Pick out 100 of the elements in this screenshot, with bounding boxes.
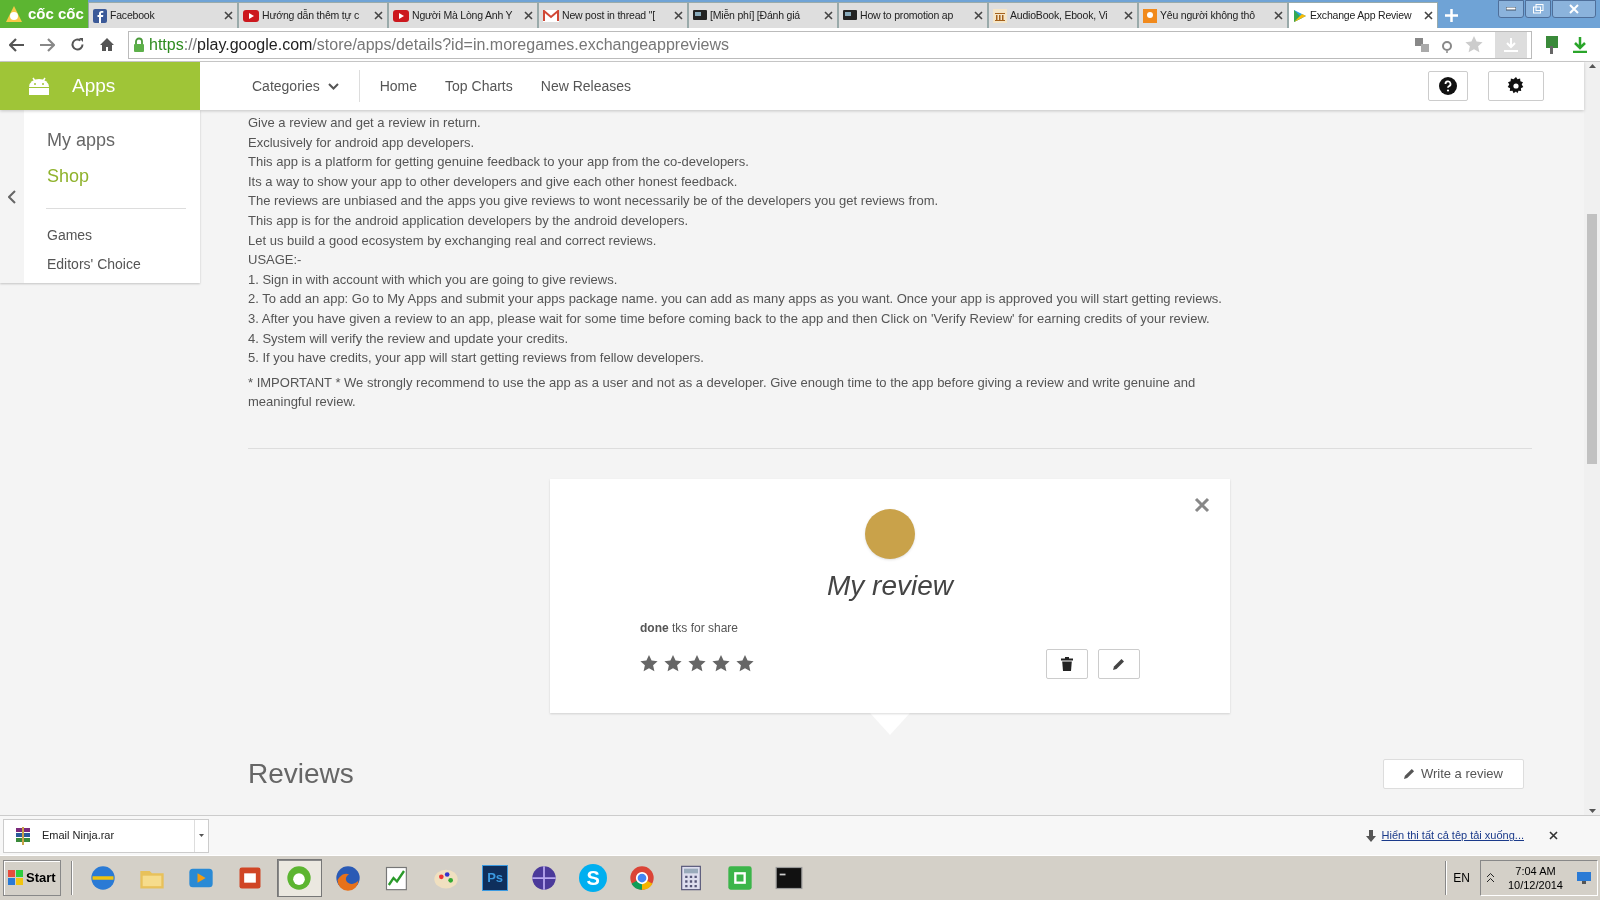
avatar-photo-placeholder	[865, 508, 915, 559]
description-line: Exclusively for android app developers.	[248, 133, 476, 152]
close-icon	[674, 11, 683, 20]
browser-tab[interactable]: AudioBook, Ebook, Vi	[988, 2, 1138, 28]
description-line: This app is for the android application developers by the android developers.	[248, 211, 690, 230]
language-indicator[interactable]: EN	[1453, 869, 1470, 887]
browser-tab[interactable]: Hướng dẫn thêm tự c	[238, 2, 388, 28]
window-control-button[interactable]	[1498, 0, 1524, 18]
description-line: This app is a platform for getting genuine feedback to your app from the co-developers.	[248, 153, 750, 172]
screen-capture-icon	[726, 864, 755, 892]
logo-icon	[93, 8, 107, 23]
clock-date: 10/12/2014	[1507, 878, 1563, 892]
nav-link[interactable]: New Releases	[540, 75, 632, 97]
help-icon	[1439, 77, 1457, 95]
toolbar-button[interactable]	[38, 35, 56, 54]
description-line: Let us build a good ecosystem by exchanging real and correct reviews.	[248, 231, 658, 250]
description-line: 3. After you have given a review to an app, please wait for some time before coming back to the app and then Click on 'Verify Review' for earning credits of your review.	[248, 309, 1211, 328]
nav-link[interactable]: Home	[379, 75, 418, 97]
toolbar-button[interactable]	[98, 35, 116, 54]
browser-tab[interactable]: Facebook	[88, 2, 238, 28]
close-icon	[524, 11, 533, 20]
home-icon	[99, 37, 115, 52]
close-icon	[1194, 496, 1210, 513]
browser-icon	[285, 864, 314, 892]
windows-logo-icon	[8, 870, 24, 886]
toolbar-button[interactable]	[68, 35, 86, 54]
browser-tab[interactable]: Người Mà Lòng Anh Y	[388, 2, 538, 28]
description-line: 1. Sign in with account with which you are going to give reviews.	[248, 270, 619, 289]
play-triangle-icon	[1293, 8, 1307, 23]
star-icon	[712, 655, 730, 673]
window-control-button[interactable]	[1525, 0, 1551, 18]
leaf-icon	[4, 4, 24, 24]
building-icon	[993, 8, 1007, 23]
close-icon	[1274, 11, 1283, 20]
forward-arrow-icon	[39, 37, 55, 52]
edit-button[interactable]	[1098, 648, 1140, 679]
trash-icon	[1061, 656, 1073, 671]
circle-logo-icon	[628, 864, 657, 892]
tab-title: [Miễn phí] [Đánh giá	[710, 7, 801, 23]
download-icon	[1572, 36, 1588, 53]
toolbar-button[interactable]	[8, 35, 26, 54]
sidebar-link[interactable]: Editors' Choice	[47, 250, 186, 279]
help-button[interactable]	[1428, 71, 1468, 101]
star-icon	[640, 655, 658, 673]
description-line: 2. To add an app: Go to My Apps and submit your apps package name. you can add as many apps as you want. Once your app is approved you will start getting reviews.	[248, 290, 1223, 309]
description-line: The reviews are unbiased and the apps you give reviews to wont necessarily be of the developers you get reviews from.	[248, 192, 940, 211]
tab-title: How to promotion ap	[860, 7, 955, 23]
monitor-icon	[1577, 872, 1591, 884]
archive-icon	[14, 826, 32, 845]
download-item[interactable]: Email Ninja.rar	[3, 818, 209, 853]
envelope-icon	[543, 9, 559, 22]
taskbar-button[interactable]: Ps	[472, 859, 518, 897]
browser-tab[interactable]: How to promotion ap	[838, 2, 988, 28]
restore-icon	[1532, 4, 1544, 14]
important-note: * IMPORTANT * We strongly recommend to use the app as a user and not as a developer. Give enough time to the app before giving a review and write genuine and meaningful review.	[248, 373, 1197, 412]
star-icon	[688, 655, 706, 673]
tab-title: Yêu người không thô	[1160, 7, 1256, 23]
chevron-down-icon	[327, 82, 339, 90]
monitor-icon	[693, 9, 707, 22]
globe-icon	[89, 864, 118, 892]
browser-tab[interactable]: Exchange App Review	[1288, 2, 1438, 28]
close-icon	[974, 11, 983, 20]
video-play-icon	[243, 9, 259, 22]
settings-button[interactable]	[1488, 71, 1544, 101]
close-icon	[1569, 4, 1579, 14]
description-line: 5. If you have credits, your app will start getting reviews from fellow developers.	[248, 349, 705, 368]
clock-time: 7:04 AM	[1515, 864, 1556, 878]
delete-button[interactable]	[1046, 648, 1088, 679]
tab-title: Hướng dẫn thêm tự c	[262, 7, 361, 23]
android-icon	[28, 77, 50, 95]
window-control-button[interactable]	[1552, 0, 1596, 18]
close-icon	[824, 11, 833, 20]
reviews-heading: Reviews	[248, 756, 354, 791]
plus-icon	[1444, 8, 1458, 22]
tab-title: Người Mà Lòng Anh Y	[412, 7, 514, 23]
scrollbar[interactable]	[1584, 62, 1600, 815]
pencil-icon	[1113, 657, 1125, 670]
tab-title: New post in thread "[	[562, 7, 656, 23]
description-line: Its a way to show your app to other developers and give each other honest feedback.	[248, 172, 739, 191]
browser-tab[interactable]: [Miễn phí] [Đánh giá	[688, 2, 838, 28]
show-all-downloads-link[interactable]: Hiển thị tất cả tệp tải xuống...	[1381, 827, 1524, 844]
address-field[interactable]: https://play.google.com/store/apps/details?id=in.moregames.exchangeappreviews	[128, 30, 1532, 59]
sidebar-link[interactable]: Games	[47, 221, 186, 250]
description-line: Give a review and get a review in return.	[248, 114, 482, 132]
write-review-button[interactable]: Write a review	[1382, 758, 1524, 789]
sidebar-item[interactable]: My apps	[47, 122, 186, 158]
start-button[interactable]: Start	[3, 860, 61, 896]
reload-icon	[69, 37, 85, 52]
browser-tab[interactable]: New post in thread "[	[538, 2, 688, 28]
orb-icon	[530, 864, 559, 892]
nav-link[interactable]: Top Charts	[445, 75, 513, 97]
review-text: done tks for share	[640, 619, 739, 637]
scrollbar-thumb[interactable]	[1587, 213, 1597, 464]
translate-icon	[1415, 37, 1429, 52]
tab-title: AudioBook, Ebook, Vi	[1010, 7, 1109, 23]
scroll-down-icon	[1588, 809, 1596, 813]
categories-dropdown[interactable]: Categories	[252, 75, 339, 97]
download-arrow-icon	[1365, 829, 1376, 842]
lock-icon	[133, 37, 145, 52]
browser-tab[interactable]: Yêu người không thô	[1138, 2, 1288, 28]
